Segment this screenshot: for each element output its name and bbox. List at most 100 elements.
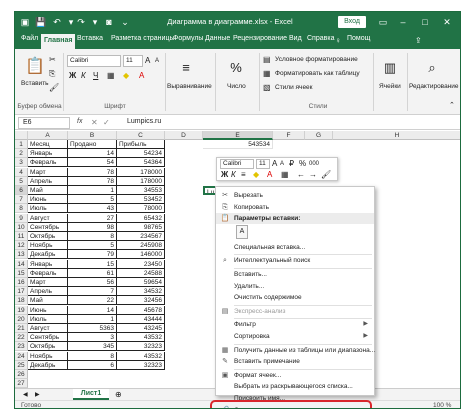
table-header-cell[interactable]: Месяц bbox=[28, 140, 68, 149]
tab-file[interactable]: Файл bbox=[21, 35, 38, 42]
row-header[interactable]: 12 bbox=[15, 241, 28, 251]
table-cell[interactable]: Май bbox=[28, 186, 68, 195]
table-cell[interactable]: 3 bbox=[68, 333, 117, 343]
row-header[interactable]: 16 bbox=[15, 278, 28, 287]
next-sheet-icon[interactable]: ▶ bbox=[35, 390, 40, 400]
format-painter-icon[interactable]: 🖌 bbox=[49, 83, 59, 93]
row-header[interactable]: 14 bbox=[15, 259, 28, 269]
tab-review[interactable]: Рецензирование bbox=[233, 35, 287, 42]
mini-fill-color-icon[interactable]: ◆ bbox=[253, 170, 259, 180]
table-cell[interactable]: Март bbox=[28, 278, 68, 287]
table-cell[interactable]: 27 bbox=[68, 213, 117, 223]
table-cell[interactable]: 5363 bbox=[68, 324, 117, 333]
collapse-ribbon-icon[interactable]: ⌃ bbox=[449, 101, 455, 111]
table-cell[interactable]: 23450 bbox=[117, 259, 165, 269]
table-cell[interactable]: Сентябрь bbox=[28, 333, 68, 343]
table-cell[interactable]: 7 bbox=[68, 287, 117, 297]
menu-item[interactable]: Очистить содержимое bbox=[216, 292, 374, 303]
table-cell[interactable]: 98765 bbox=[117, 222, 165, 232]
table-cell[interactable]: 6 bbox=[68, 360, 117, 370]
menu-item[interactable]: ▣ Формат ячеек... bbox=[216, 370, 374, 381]
close-icon[interactable]: ✕ bbox=[439, 15, 455, 29]
row-header[interactable]: 4 bbox=[15, 167, 28, 177]
table-cell[interactable]: 54234 bbox=[117, 149, 165, 159]
formula-input[interactable]: Lumpics.ru bbox=[127, 118, 161, 125]
sheet-tab[interactable]: Лист1 bbox=[73, 389, 109, 400]
table-cell[interactable]: Май bbox=[28, 296, 68, 306]
cells-icon[interactable]: ▥ bbox=[379, 57, 401, 79]
table-cell[interactable]: 8 bbox=[68, 351, 117, 361]
row-header[interactable]: 3 bbox=[15, 158, 28, 168]
table-cell[interactable]: 34532 bbox=[117, 287, 165, 297]
table-cell[interactable]: Июнь bbox=[28, 195, 68, 205]
table-cell[interactable]: 5 bbox=[68, 241, 117, 251]
row-header[interactable]: 27 bbox=[15, 379, 28, 388]
table-cell[interactable]: Сентябрь bbox=[28, 222, 68, 232]
select-all-corner[interactable] bbox=[15, 131, 28, 140]
column-header-a[interactable]: A bbox=[28, 131, 68, 140]
table-cell[interactable]: 8 bbox=[68, 232, 117, 241]
name-box[interactable]: E6 bbox=[18, 117, 70, 129]
alignment-button-label[interactable]: Выравнивание bbox=[167, 83, 212, 90]
paste-option-keep-source-icon[interactable]: A bbox=[236, 224, 248, 239]
tab-tell-me[interactable]: Помощ bbox=[347, 35, 370, 42]
conditional-format-button[interactable]: Условное форматирование bbox=[275, 56, 358, 63]
table-cell[interactable]: 43532 bbox=[117, 351, 165, 361]
column-header-h[interactable]: H bbox=[333, 131, 460, 140]
menu-item[interactable]: Вставить... bbox=[216, 269, 374, 280]
login-button[interactable]: Вход bbox=[338, 16, 366, 28]
column-header-d[interactable]: D bbox=[165, 131, 203, 140]
tab-view[interactable]: Вид bbox=[289, 35, 302, 42]
zoom-level[interactable]: 100 % bbox=[433, 402, 451, 408]
table-cell[interactable]: 178000 bbox=[117, 176, 165, 186]
table-cell[interactable]: 43444 bbox=[117, 314, 165, 324]
row-header[interactable]: 2 bbox=[15, 149, 28, 159]
mini-increase-font-icon[interactable]: A bbox=[272, 159, 277, 169]
mini-bold-icon[interactable]: Ж bbox=[221, 170, 228, 180]
mini-decrease-font-icon[interactable]: A bbox=[280, 159, 284, 169]
table-cell[interactable]: 15 bbox=[68, 259, 117, 269]
paste-button-label[interactable]: Вставить bbox=[21, 80, 49, 87]
table-cell[interactable]: 79 bbox=[68, 250, 117, 260]
cell-styles-button[interactable]: Стили ячеек bbox=[275, 84, 313, 91]
mini-align-icon[interactable]: ≡ bbox=[241, 170, 246, 180]
fill-color-icon[interactable]: ◆ bbox=[123, 71, 129, 81]
autosave-icon[interactable]: ▣ bbox=[19, 16, 31, 28]
table-cell[interactable]: 43245 bbox=[117, 324, 165, 333]
table-cell[interactable]: Ноябрь bbox=[28, 351, 68, 361]
table-cell[interactable]: 22 bbox=[68, 296, 117, 306]
tab-page-layout[interactable]: Разметка страницы bbox=[111, 35, 175, 42]
table-cell[interactable]: Апрель bbox=[28, 176, 68, 186]
table-cell[interactable]: Ноябрь bbox=[28, 241, 68, 251]
table-cell[interactable]: 234567 bbox=[117, 232, 165, 241]
row-header[interactable]: 5 bbox=[15, 176, 28, 186]
tab-help[interactable]: Справка bbox=[307, 35, 334, 42]
redo-dropdown-icon[interactable]: ▾ bbox=[89, 16, 101, 28]
table-cell[interactable]: 14 bbox=[68, 149, 117, 159]
table-cell[interactable]: Январь bbox=[28, 259, 68, 269]
bold-icon[interactable]: Ж bbox=[69, 71, 76, 81]
table-cell[interactable]: Февраль bbox=[28, 158, 68, 168]
save-icon[interactable]: 💾 bbox=[35, 16, 47, 28]
mini-thousands-icon[interactable]: 000 bbox=[309, 159, 319, 169]
font-size-select[interactable]: 11 bbox=[123, 55, 143, 67]
column-header-g[interactable]: G bbox=[305, 131, 333, 140]
add-sheet-icon[interactable]: ⊕ bbox=[115, 390, 122, 400]
table-cell[interactable]: Июнь bbox=[28, 305, 68, 315]
number-format-icon[interactable]: % bbox=[225, 57, 247, 79]
table-cell[interactable]: 43 bbox=[68, 204, 117, 214]
table-cell[interactable]: 54 bbox=[68, 158, 117, 168]
table-cell[interactable]: Январь bbox=[28, 149, 68, 159]
table-cell[interactable]: Октябрь bbox=[28, 232, 68, 241]
table-cell[interactable]: 32323 bbox=[117, 360, 165, 370]
row-header[interactable]: 26 bbox=[15, 370, 28, 379]
menu-item[interactable]: ⎘ Копировать bbox=[216, 202, 374, 213]
font-name-select[interactable]: Calibri bbox=[67, 55, 121, 67]
table-header-cell[interactable]: Продано bbox=[68, 140, 117, 149]
mini-font-color-icon[interactable]: A bbox=[267, 170, 272, 180]
row-header[interactable]: 24 bbox=[15, 351, 28, 361]
row-header[interactable]: 20 bbox=[15, 314, 28, 324]
camera-icon[interactable]: ◙ bbox=[103, 16, 115, 28]
row-header[interactable]: 8 bbox=[15, 204, 28, 214]
table-cell[interactable]: Август bbox=[28, 324, 68, 333]
